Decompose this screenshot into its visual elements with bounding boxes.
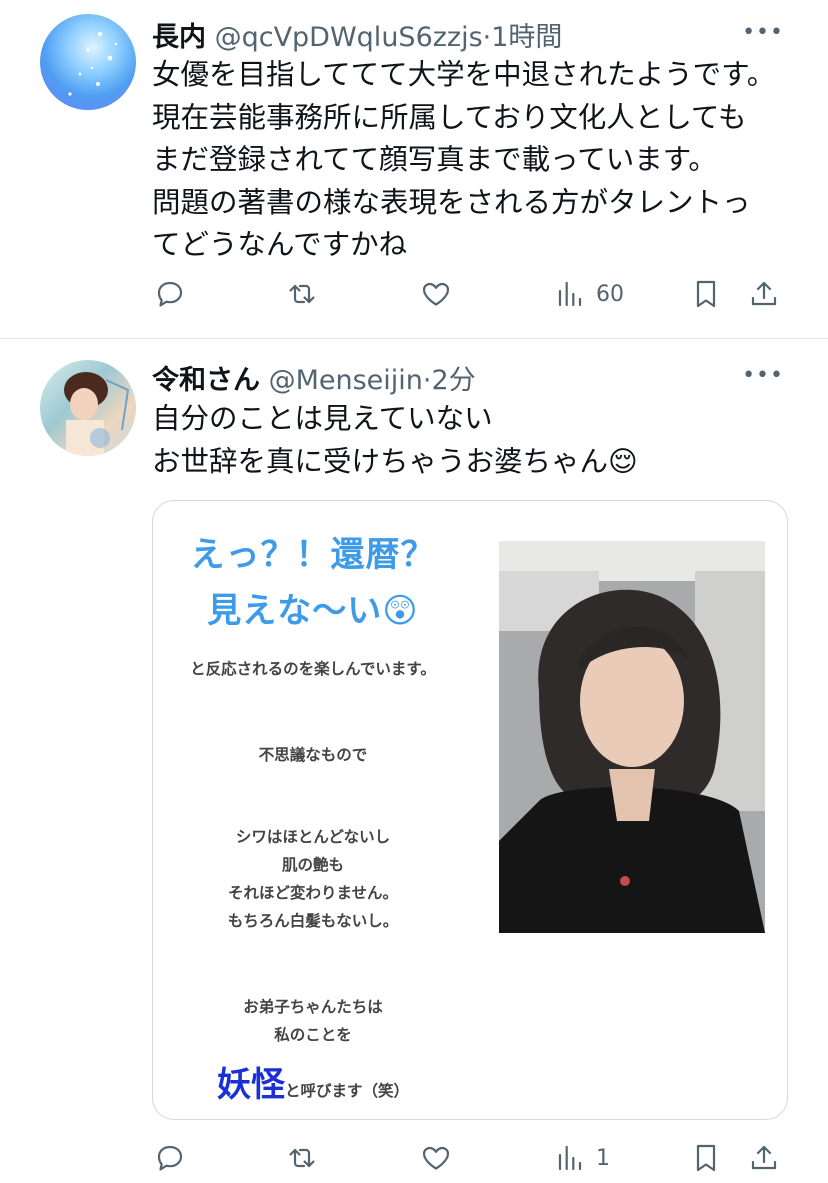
avatar[interactable] [40,360,136,456]
card-paragraph-1: 不思議なもので [258,746,368,764]
tweet-2[interactable]: 令和さん @Menseijin·2分 ••• 自分のことは見えていない お世辞を… [0,0,828,1183]
card-reaction-text: と反応されるのを楽しんでいます。 [190,660,436,678]
like-button[interactable] [420,1138,452,1178]
views-count: 1 [596,1145,610,1171]
card-yokai-line: 妖怪と呼びます（笑） [153,1057,473,1106]
reply-button[interactable] [154,1138,186,1178]
reply-icon [157,1145,183,1171]
action-bar: 1 [0,1138,828,1178]
card-line: 肌の艶も [281,856,344,874]
tweet-line: 自分のことは見えていない [152,402,493,435]
timestamp[interactable]: 2分 [432,365,476,396]
card-line: シワはほとんどないし [235,828,391,846]
handle[interactable]: @Menseijin [269,365,423,396]
card-line: それほど変わりません。 [227,884,399,902]
card-line: お弟子ちゃんたちは [243,998,383,1016]
bookmark-button[interactable] [690,1138,722,1178]
views-icon [558,1145,582,1171]
share-button[interactable] [748,1138,780,1178]
card-headline-2: 見えな〜い😲 [207,591,419,631]
tweet-header: 令和さん @Menseijin·2分 [152,358,476,397]
card-line: もちろん白髪もないし。 [227,912,399,930]
portrait-photo-art [499,541,765,933]
like-icon [422,1146,450,1170]
retweet-icon [289,1148,315,1168]
share-icon [751,1145,777,1170]
card-yokai-suffix: と呼びます（笑） [284,1082,409,1100]
separator: · [422,365,432,396]
card-paragraph-3: お弟子ちゃんたちは 私のことを [153,993,473,1049]
card-paragraph-2: シワはほとんどないし 肌の艶も それほど変わりません。 もちろん白髪もないし。 [153,823,473,935]
card-headline-1: えっ？！還暦？ [190,535,436,575]
card-yokai-word: 妖怪 [216,1065,285,1105]
more-icon[interactable]: ••• [742,363,784,388]
tweet-text: 自分のことは見えていない お世辞を真に受けちゃうお婆ちゃん😌 [152,398,638,483]
tweet-line: お世辞を真に受けちゃうお婆ちゃん😌 [152,444,638,478]
card-line: 私のことを [274,1026,352,1044]
display-name[interactable]: 令和さん [152,365,260,396]
avatar-photo-art [64,372,130,456]
card-photo [499,541,765,933]
bookmark-icon [696,1144,716,1172]
attached-image[interactable]: えっ？！還暦？ 見えな〜い😲 と反応されるのを楽しんでいます。 不思議なもので … [152,500,788,1120]
views-button[interactable]: 1 [554,1138,610,1178]
retweet-button[interactable] [286,1138,318,1178]
